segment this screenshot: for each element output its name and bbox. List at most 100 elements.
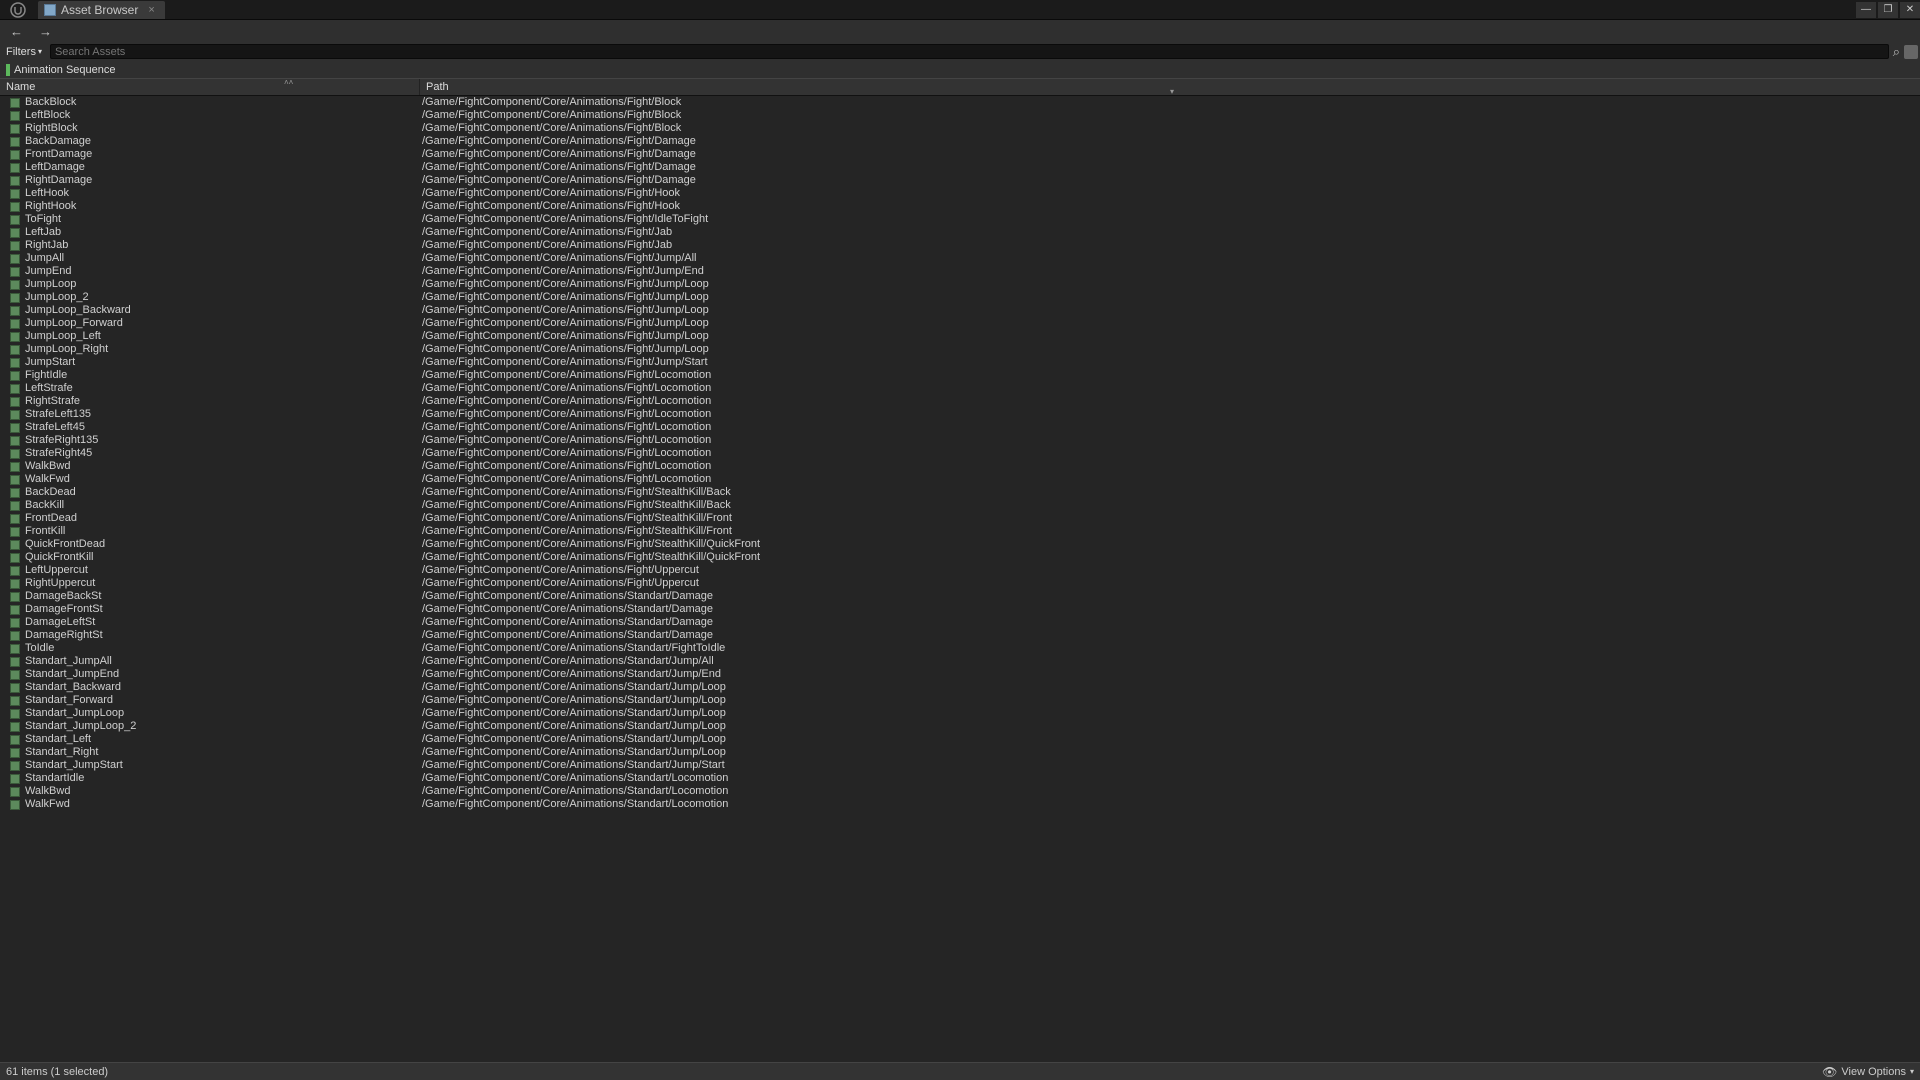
table-row[interactable]: RightHook/Game/FightComponent/Core/Anima… bbox=[0, 200, 1920, 213]
animation-asset-icon bbox=[10, 423, 20, 433]
tab-close-button[interactable]: × bbox=[148, 4, 154, 16]
table-row[interactable]: Standart_JumpLoop_2/Game/FightComponent/… bbox=[0, 720, 1920, 733]
asset-path: /Game/FightComponent/Core/Animations/Fig… bbox=[420, 486, 1920, 499]
table-row[interactable]: LeftStrafe/Game/FightComponent/Core/Anim… bbox=[0, 382, 1920, 395]
animation-asset-icon bbox=[10, 462, 20, 472]
animation-asset-icon bbox=[10, 397, 20, 407]
asset-path: /Game/FightComponent/Core/Animations/Fig… bbox=[420, 408, 1920, 421]
filter-chip-label[interactable]: Animation Sequence bbox=[14, 64, 116, 76]
asset-path: /Game/FightComponent/Core/Animations/Fig… bbox=[420, 278, 1920, 291]
table-row[interactable]: LeftUppercut/Game/FightComponent/Core/An… bbox=[0, 564, 1920, 577]
table-row[interactable]: JumpLoop/Game/FightComponent/Core/Animat… bbox=[0, 278, 1920, 291]
table-body[interactable]: BackBlock/Game/FightComponent/Core/Anima… bbox=[0, 96, 1920, 1062]
table-row[interactable]: StrafeLeft135/Game/FightComponent/Core/A… bbox=[0, 408, 1920, 421]
search-icon[interactable]: ⌕ bbox=[1891, 44, 1902, 60]
asset-name: QuickFrontKill bbox=[25, 551, 93, 564]
table-row[interactable]: LeftBlock/Game/FightComponent/Core/Anima… bbox=[0, 109, 1920, 122]
user-icon[interactable] bbox=[1904, 45, 1918, 59]
table-row[interactable]: JumpLoop_Forward/Game/FightComponent/Cor… bbox=[0, 317, 1920, 330]
asset-name: RightStrafe bbox=[25, 395, 80, 408]
search-field-wrap[interactable] bbox=[50, 44, 1889, 59]
table-row[interactable]: JumpAll/Game/FightComponent/Core/Animati… bbox=[0, 252, 1920, 265]
table-row[interactable]: BackDead/Game/FightComponent/Core/Animat… bbox=[0, 486, 1920, 499]
nav-forward-button[interactable]: → bbox=[35, 24, 56, 39]
table-row[interactable]: JumpEnd/Game/FightComponent/Core/Animati… bbox=[0, 265, 1920, 278]
animation-asset-icon bbox=[10, 410, 20, 420]
table-row[interactable]: ToIdle/Game/FightComponent/Core/Animatio… bbox=[0, 642, 1920, 655]
tab-asset-browser[interactable]: Asset Browser × bbox=[38, 1, 165, 19]
table-row[interactable]: FightIdle/Game/FightComponent/Core/Anima… bbox=[0, 369, 1920, 382]
table-row[interactable]: DamageRightSt/Game/FightComponent/Core/A… bbox=[0, 629, 1920, 642]
table-row[interactable]: Standart_JumpLoop/Game/FightComponent/Co… bbox=[0, 707, 1920, 720]
asset-path: /Game/FightComponent/Core/Animations/Fig… bbox=[420, 213, 1920, 226]
table-row[interactable]: Standart_JumpAll/Game/FightComponent/Cor… bbox=[0, 655, 1920, 668]
table-row[interactable]: QuickFrontDead/Game/FightComponent/Core/… bbox=[0, 538, 1920, 551]
table-row[interactable]: LeftDamage/Game/FightComponent/Core/Anim… bbox=[0, 161, 1920, 174]
table-row[interactable]: JumpLoop_Left/Game/FightComponent/Core/A… bbox=[0, 330, 1920, 343]
animation-asset-icon bbox=[10, 514, 20, 524]
animation-asset-icon bbox=[10, 631, 20, 641]
nav-back-button[interactable]: ← bbox=[6, 24, 27, 39]
table-row[interactable]: WalkFwd/Game/FightComponent/Core/Animati… bbox=[0, 473, 1920, 486]
animation-asset-icon bbox=[10, 566, 20, 576]
table-row[interactable]: BackKill/Game/FightComponent/Core/Animat… bbox=[0, 499, 1920, 512]
column-header-path[interactable]: Path ▾ bbox=[420, 79, 1920, 95]
asset-path: /Game/FightComponent/Core/Animations/Fig… bbox=[420, 122, 1920, 135]
table-row[interactable]: DamageBackSt/Game/FightComponent/Core/An… bbox=[0, 590, 1920, 603]
table-row[interactable]: JumpLoop_Right/Game/FightComponent/Core/… bbox=[0, 343, 1920, 356]
table-row[interactable]: RightStrafe/Game/FightComponent/Core/Ani… bbox=[0, 395, 1920, 408]
table-row[interactable]: RightDamage/Game/FightComponent/Core/Ani… bbox=[0, 174, 1920, 187]
table-row[interactable]: StrafeLeft45/Game/FightComponent/Core/An… bbox=[0, 421, 1920, 434]
table-row[interactable]: WalkFwd/Game/FightComponent/Core/Animati… bbox=[0, 798, 1920, 811]
table-row[interactable]: DamageLeftSt/Game/FightComponent/Core/An… bbox=[0, 616, 1920, 629]
table-row[interactable]: Standart_JumpEnd/Game/FightComponent/Cor… bbox=[0, 668, 1920, 681]
table-row[interactable]: Standart_Right/Game/FightComponent/Core/… bbox=[0, 746, 1920, 759]
table-row[interactable]: Standart_Left/Game/FightComponent/Core/A… bbox=[0, 733, 1920, 746]
asset-name: StrafeRight45 bbox=[25, 447, 92, 460]
table-row[interactable]: RightJab/Game/FightComponent/Core/Animat… bbox=[0, 239, 1920, 252]
table-row[interactable]: StrafeRight135/Game/FightComponent/Core/… bbox=[0, 434, 1920, 447]
asset-path: /Game/FightComponent/Core/Animations/Fig… bbox=[420, 317, 1920, 330]
table-row[interactable]: DamageFrontSt/Game/FightComponent/Core/A… bbox=[0, 603, 1920, 616]
asset-name: DamageBackSt bbox=[25, 590, 101, 603]
asset-path: /Game/FightComponent/Core/Animations/Fig… bbox=[420, 564, 1920, 577]
window-maximize-button[interactable]: ❐ bbox=[1878, 2, 1898, 18]
table-row[interactable]: RightBlock/Game/FightComponent/Core/Anim… bbox=[0, 122, 1920, 135]
asset-name: BackBlock bbox=[25, 96, 76, 109]
table-row[interactable]: Standart_Backward/Game/FightComponent/Co… bbox=[0, 681, 1920, 694]
window-minimize-button[interactable]: — bbox=[1856, 2, 1876, 18]
table-row[interactable]: Standart_Forward/Game/FightComponent/Cor… bbox=[0, 694, 1920, 707]
table-row[interactable]: BackDamage/Game/FightComponent/Core/Anim… bbox=[0, 135, 1920, 148]
table-row[interactable]: Standart_JumpStart/Game/FightComponent/C… bbox=[0, 759, 1920, 772]
asset-name: ToIdle bbox=[25, 642, 54, 655]
table-row[interactable]: LeftHook/Game/FightComponent/Core/Animat… bbox=[0, 187, 1920, 200]
table-row[interactable]: JumpLoop_2/Game/FightComponent/Core/Anim… bbox=[0, 291, 1920, 304]
search-input[interactable] bbox=[51, 46, 1888, 58]
table-row[interactable]: StrafeRight45/Game/FightComponent/Core/A… bbox=[0, 447, 1920, 460]
column-header-name[interactable]: Name ˄˄ bbox=[0, 79, 420, 95]
table-row[interactable]: ToFight/Game/FightComponent/Core/Animati… bbox=[0, 213, 1920, 226]
table-row[interactable]: LeftJab/Game/FightComponent/Core/Animati… bbox=[0, 226, 1920, 239]
table-row[interactable]: RightUppercut/Game/FightComponent/Core/A… bbox=[0, 577, 1920, 590]
table-row[interactable]: StandartIdle/Game/FightComponent/Core/An… bbox=[0, 772, 1920, 785]
table-row[interactable]: BackBlock/Game/FightComponent/Core/Anima… bbox=[0, 96, 1920, 109]
window-close-button[interactable]: ✕ bbox=[1900, 2, 1920, 18]
table-row[interactable]: QuickFrontKill/Game/FightComponent/Core/… bbox=[0, 551, 1920, 564]
table-row[interactable]: FrontKill/Game/FightComponent/Core/Anima… bbox=[0, 525, 1920, 538]
asset-name: JumpLoop bbox=[25, 278, 76, 291]
asset-path: /Game/FightComponent/Core/Animations/Sta… bbox=[420, 642, 1920, 655]
table-row[interactable]: WalkBwd/Game/FightComponent/Core/Animati… bbox=[0, 460, 1920, 473]
table-row[interactable]: WalkBwd/Game/FightComponent/Core/Animati… bbox=[0, 785, 1920, 798]
table-row[interactable]: JumpStart/Game/FightComponent/Core/Anima… bbox=[0, 356, 1920, 369]
animation-asset-icon bbox=[10, 683, 20, 693]
asset-browser-icon bbox=[44, 4, 56, 16]
asset-name: DamageLeftSt bbox=[25, 616, 95, 629]
asset-path: /Game/FightComponent/Core/Animations/Fig… bbox=[420, 577, 1920, 590]
view-options-button[interactable]: 👁 View Options ▾ bbox=[1822, 1065, 1914, 1079]
animation-asset-icon bbox=[10, 735, 20, 745]
filters-button[interactable]: Filters ▾ bbox=[0, 46, 48, 58]
table-row[interactable]: FrontDead/Game/FightComponent/Core/Anima… bbox=[0, 512, 1920, 525]
table-row[interactable]: FrontDamage/Game/FightComponent/Core/Ani… bbox=[0, 148, 1920, 161]
table-row[interactable]: JumpLoop_Backward/Game/FightComponent/Co… bbox=[0, 304, 1920, 317]
filter-chip-row: Animation Sequence bbox=[0, 61, 1920, 78]
